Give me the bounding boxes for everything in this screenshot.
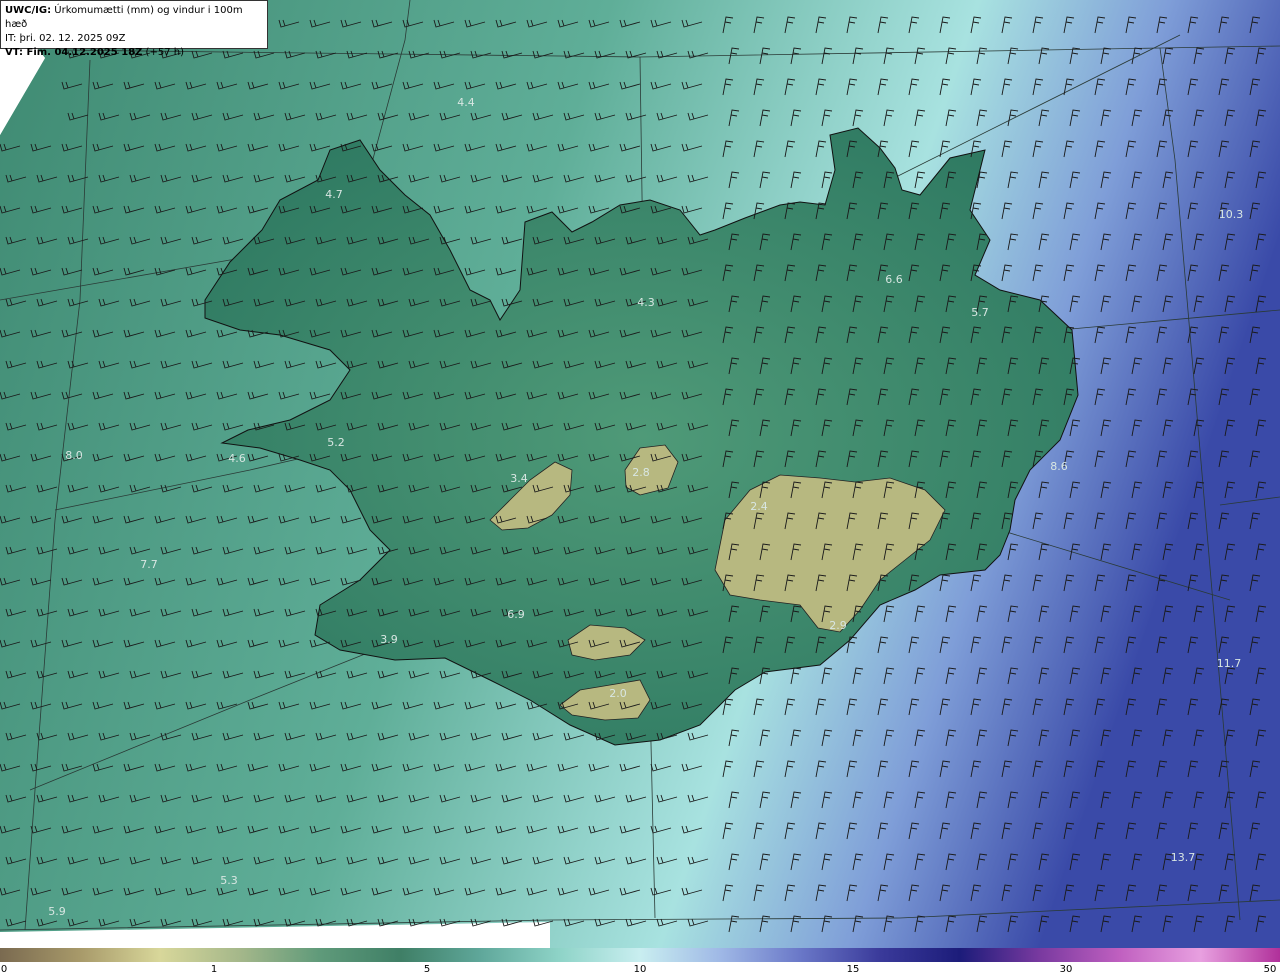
value-label: 5.9 [48, 905, 66, 918]
value-label: 2.8 [632, 466, 650, 479]
colorbar-labels: 0 1 5 10 15 30 50 [0, 962, 1280, 978]
value-label: 6.6 [885, 273, 903, 286]
colorbar-gradient [0, 948, 1280, 962]
value-label: 10.3 [1219, 208, 1244, 221]
value-label: 4.7 [325, 188, 343, 201]
value-label: 8.0 [65, 449, 83, 462]
model-prefix: UWC/IG: [5, 5, 52, 16]
value-label: 4.3 [637, 296, 655, 309]
colorbar-label: 10 [633, 964, 647, 975]
colorbar-label: 0 [0, 964, 8, 975]
colorbar-label: 5 [423, 964, 431, 975]
value-label: 4.6 [228, 452, 246, 465]
valid-time-line: VT: Fim. 04.12.2025 18Z (+57 h) [5, 46, 263, 60]
value-label: 11.7 [1217, 657, 1242, 670]
value-label: 8.6 [1050, 460, 1068, 473]
value-label: 2.4 [750, 500, 768, 513]
valid-time: VT: Fim. 04.12.2025 18Z [5, 47, 143, 58]
colorbar-label: 1 [210, 964, 218, 975]
value-label: 3.4 [510, 472, 528, 485]
colorbar-label: 50 [1263, 964, 1277, 975]
init-time: IT: þri. 02. 12. 2025 09Z [5, 33, 126, 44]
value-label: 3.9 [380, 633, 398, 646]
value-label: 5.2 [327, 436, 345, 449]
value-label: 6.9 [507, 608, 525, 621]
colorbar-label: 15 [846, 964, 860, 975]
forecast-map: 4.7 4.4 6.6 5.7 4.3 8.0 4.6 5.2 3.4 2.8 … [0, 0, 1280, 948]
lead-time: (+57 h) [142, 47, 184, 58]
map-title-box: UWC/IG: Úrkomumætti (mm) og vindur i 100… [0, 0, 268, 58]
value-label: 5.3 [220, 874, 238, 887]
value-label: 13.7 [1171, 851, 1196, 864]
colorbar-label: 30 [1059, 964, 1073, 975]
value-label: 4.4 [457, 96, 475, 109]
value-label: 5.7 [971, 306, 989, 319]
colorbar [0, 948, 1280, 962]
value-label: 2.9 [829, 619, 847, 632]
value-label: 2.0 [609, 687, 627, 700]
value-label: 7.7 [140, 558, 158, 571]
title-line: UWC/IG: Úrkomumætti (mm) og vindur i 100… [5, 4, 263, 32]
